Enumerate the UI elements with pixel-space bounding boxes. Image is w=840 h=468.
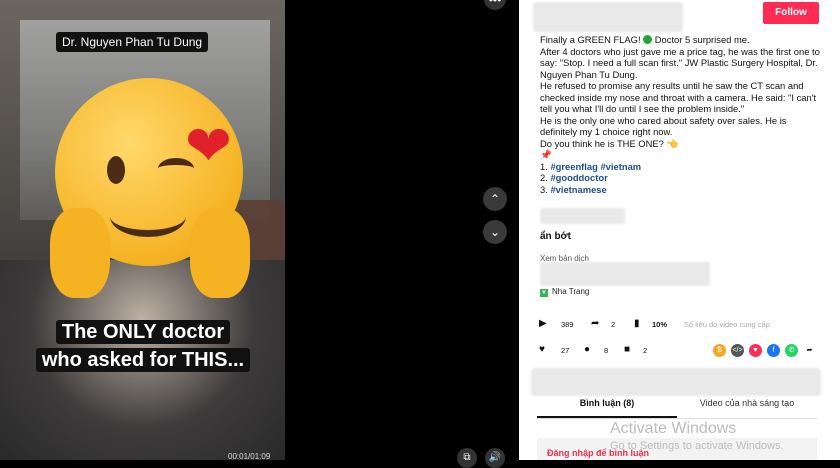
volume-icon[interactable]: 🔊 xyxy=(485,448,505,468)
desc-line-6: Do you think he is THE ONE? xyxy=(540,137,664,149)
video-player[interactable]: ❤ Dr. Nguyen Phan Tu Dung The ONLY docto… xyxy=(0,0,285,460)
collapse-link[interactable]: ẩn bớt xyxy=(540,231,571,242)
facebook-icon[interactable]: f xyxy=(767,344,780,357)
hand-pointing-icon: 👈 xyxy=(666,137,679,149)
desc-line-2: Doctor 5 surprised me. xyxy=(654,34,750,45)
details-panel: Follow Finally a GREEN FLAG! Doctor 5 su… xyxy=(519,0,840,460)
picture-in-picture-icon[interactable]: ⧉ xyxy=(457,448,477,468)
share-count: 2 xyxy=(611,320,616,329)
video-description: Finally a GREEN FLAG! Doctor 5 surprised… xyxy=(540,34,820,195)
emoji-mouth xyxy=(110,196,186,237)
location-icon: ▼ xyxy=(540,289,548,297)
caption-line-2: who asked for THIS... xyxy=(35,348,251,372)
activate-windows-title: Activate Windows xyxy=(610,420,737,437)
blurred-text-1 xyxy=(540,208,625,224)
list-num-3: 3. xyxy=(540,183,551,195)
next-video-button[interactable]: ⌄ xyxy=(483,220,507,244)
comment-count: 8 xyxy=(604,346,609,355)
activate-windows-subtitle: Go to Settings to activate Windows. xyxy=(610,440,784,452)
emoji-hand-right xyxy=(190,208,250,298)
list-num-1: 1. xyxy=(540,160,551,172)
data-note: Số liệu do video cung cấp xyxy=(684,320,770,329)
bookmark-icon[interactable]: ■ xyxy=(624,344,630,355)
whatsapp-icon[interactable]: ✆ xyxy=(785,344,798,357)
hashtag-vietnam[interactable]: #vietnam xyxy=(600,161,641,172)
location-tag[interactable]: ▼ Nha Trang xyxy=(540,287,589,297)
follow-button[interactable]: Follow xyxy=(763,2,819,24)
percent-value: 10% xyxy=(652,320,668,329)
more-share-icon[interactable]: ➦ xyxy=(803,344,816,357)
desc-line-4: He refused to promise any results until … xyxy=(540,80,817,114)
play-count: 389 xyxy=(561,320,574,329)
desc-line-3: After 4 doctors who just gave me a price… xyxy=(540,45,820,80)
location-label: Nha Trang xyxy=(552,287,590,296)
like-heart-icon[interactable]: ♥ xyxy=(539,344,545,355)
send-icon[interactable]: ▼ xyxy=(749,344,762,357)
pushpin-icon: 📌 xyxy=(540,149,552,160)
save-count: 2 xyxy=(643,346,648,355)
video-caption: The ONLY doctor who asked for THIS... xyxy=(28,318,258,374)
hashtag-greenflag[interactable]: #greenflag xyxy=(550,161,597,172)
heart-icon: ❤ xyxy=(185,114,232,177)
desc-line-5: He is the only one who cared about safet… xyxy=(540,114,787,138)
play-icon: ▶ xyxy=(539,318,547,329)
tab-bar: Bình luận (8) Video của nhà sáng tạo xyxy=(537,398,817,419)
embed-icon[interactable]: </> xyxy=(731,344,744,357)
blurred-banner xyxy=(531,368,821,396)
share-arrow-icon: ➦ xyxy=(591,318,600,329)
tab-creator-videos[interactable]: Video của nhà sáng tạo xyxy=(677,398,817,408)
video-time: 00:01/01:09 xyxy=(228,452,271,460)
emoji-hand-left xyxy=(50,208,110,298)
green-circle-icon xyxy=(643,35,653,44)
blurred-text-2 xyxy=(540,262,710,286)
caption-line-1: The ONLY doctor xyxy=(55,320,231,344)
emoji-eye-left xyxy=(107,156,125,184)
hashtag-gooddoctor[interactable]: #gooddoctor xyxy=(550,172,607,183)
hashtag-vietnamese[interactable]: #vietnamese xyxy=(550,184,606,195)
desc-line-1: Finally a GREEN FLAG! xyxy=(540,34,641,45)
tab-comments[interactable]: Bình luận (8) xyxy=(537,398,677,418)
list-num-2: 2. xyxy=(540,172,551,183)
author-info-blurred xyxy=(533,2,683,32)
previous-video-button[interactable]: ⌃ xyxy=(483,187,507,211)
doctor-name-tag: Dr. Nguyen Phan Tu Dung xyxy=(56,32,209,52)
coin-icon[interactable]: ₿ xyxy=(713,344,726,357)
comment-icon[interactable]: ● xyxy=(584,344,590,355)
like-count: 27 xyxy=(561,346,570,355)
bar-chart-icon: ▮ xyxy=(634,318,640,329)
